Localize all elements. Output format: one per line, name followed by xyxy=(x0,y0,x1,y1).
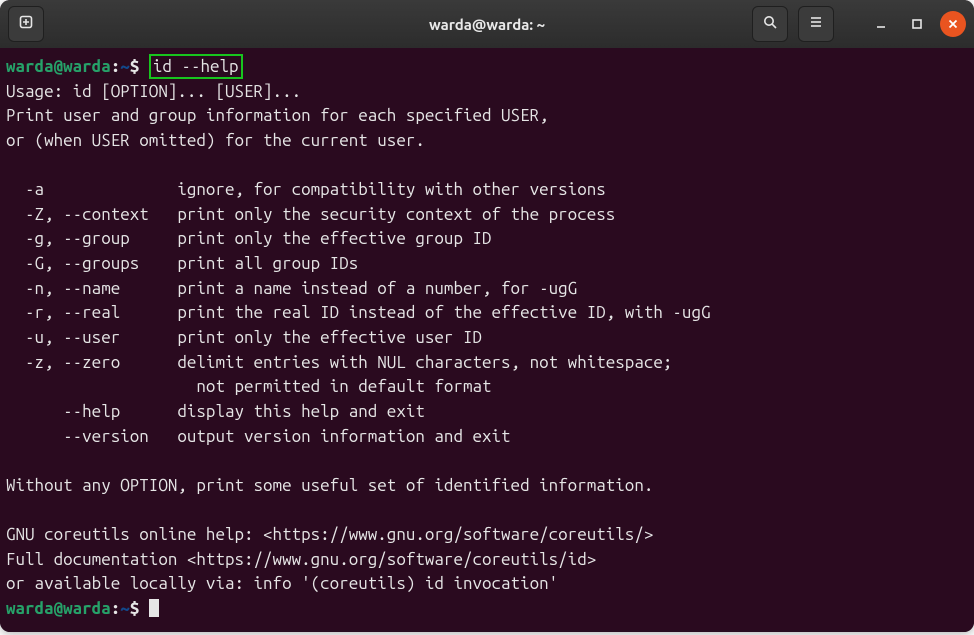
output-line: --help display this help and exit xyxy=(6,402,425,421)
output-line: -u, --user print only the effective user… xyxy=(6,328,482,347)
output-line: Without any OPTION, print some useful se… xyxy=(6,476,653,495)
command-highlight: id --help xyxy=(149,54,243,79)
titlebar-left xyxy=(8,6,44,42)
output-line: -a ignore, for compatibility with other … xyxy=(6,180,606,199)
minimize-button[interactable] xyxy=(868,11,894,37)
prompt-userhost: warda@warda xyxy=(6,57,111,76)
search-button[interactable] xyxy=(752,6,788,42)
prompt-colon: : xyxy=(111,57,121,76)
search-icon xyxy=(762,14,778,34)
output-line: -z, --zero delimit entries with NUL char… xyxy=(6,353,672,372)
output-line: GNU coreutils online help: <https://www.… xyxy=(6,525,653,544)
menu-button[interactable] xyxy=(798,6,834,42)
output-line: Full documentation <https://www.gnu.org/… xyxy=(6,550,596,569)
output-line: not permitted in default format xyxy=(6,377,492,396)
terminal-window: warda@warda: ~ xyxy=(0,0,974,632)
output-line: -Z, --context print only the security co… xyxy=(6,205,615,224)
prompt-symbol: $ xyxy=(130,57,140,76)
prompt-colon: : xyxy=(111,599,121,618)
titlebar-right xyxy=(752,6,966,42)
titlebar: warda@warda: ~ xyxy=(0,0,974,48)
prompt-userhost: warda@warda xyxy=(6,599,111,618)
maximize-icon xyxy=(911,18,923,30)
new-tab-button[interactable] xyxy=(8,6,44,42)
output-line: -n, --name print a name instead of a num… xyxy=(6,279,577,298)
terminal-body[interactable]: warda@warda:~$ id --help Usage: id [OPTI… xyxy=(0,48,974,632)
maximize-button[interactable] xyxy=(904,11,930,37)
output-line: -r, --real print the real ID instead of … xyxy=(6,303,710,322)
hamburger-icon xyxy=(808,14,824,34)
prompt-path: ~ xyxy=(120,599,130,618)
cursor xyxy=(149,599,159,617)
close-icon xyxy=(947,18,959,30)
prompt-symbol: $ xyxy=(130,599,140,618)
minimize-icon xyxy=(875,18,887,30)
prompt-path: ~ xyxy=(120,57,130,76)
output-line: Print user and group information for eac… xyxy=(6,106,549,125)
close-button[interactable] xyxy=(940,11,966,37)
output-line: or (when USER omitted) for the current u… xyxy=(6,131,425,150)
output-line: --version output version information and… xyxy=(6,427,511,446)
new-tab-icon xyxy=(18,14,34,34)
output-line: or available locally via: info '(coreuti… xyxy=(6,574,558,593)
command-text: id --help xyxy=(153,57,239,76)
output-line: Usage: id [OPTION]... [USER]... xyxy=(6,82,301,101)
output-line: -g, --group print only the effective gro… xyxy=(6,229,492,248)
output-line: -G, --groups print all group IDs xyxy=(6,254,358,273)
